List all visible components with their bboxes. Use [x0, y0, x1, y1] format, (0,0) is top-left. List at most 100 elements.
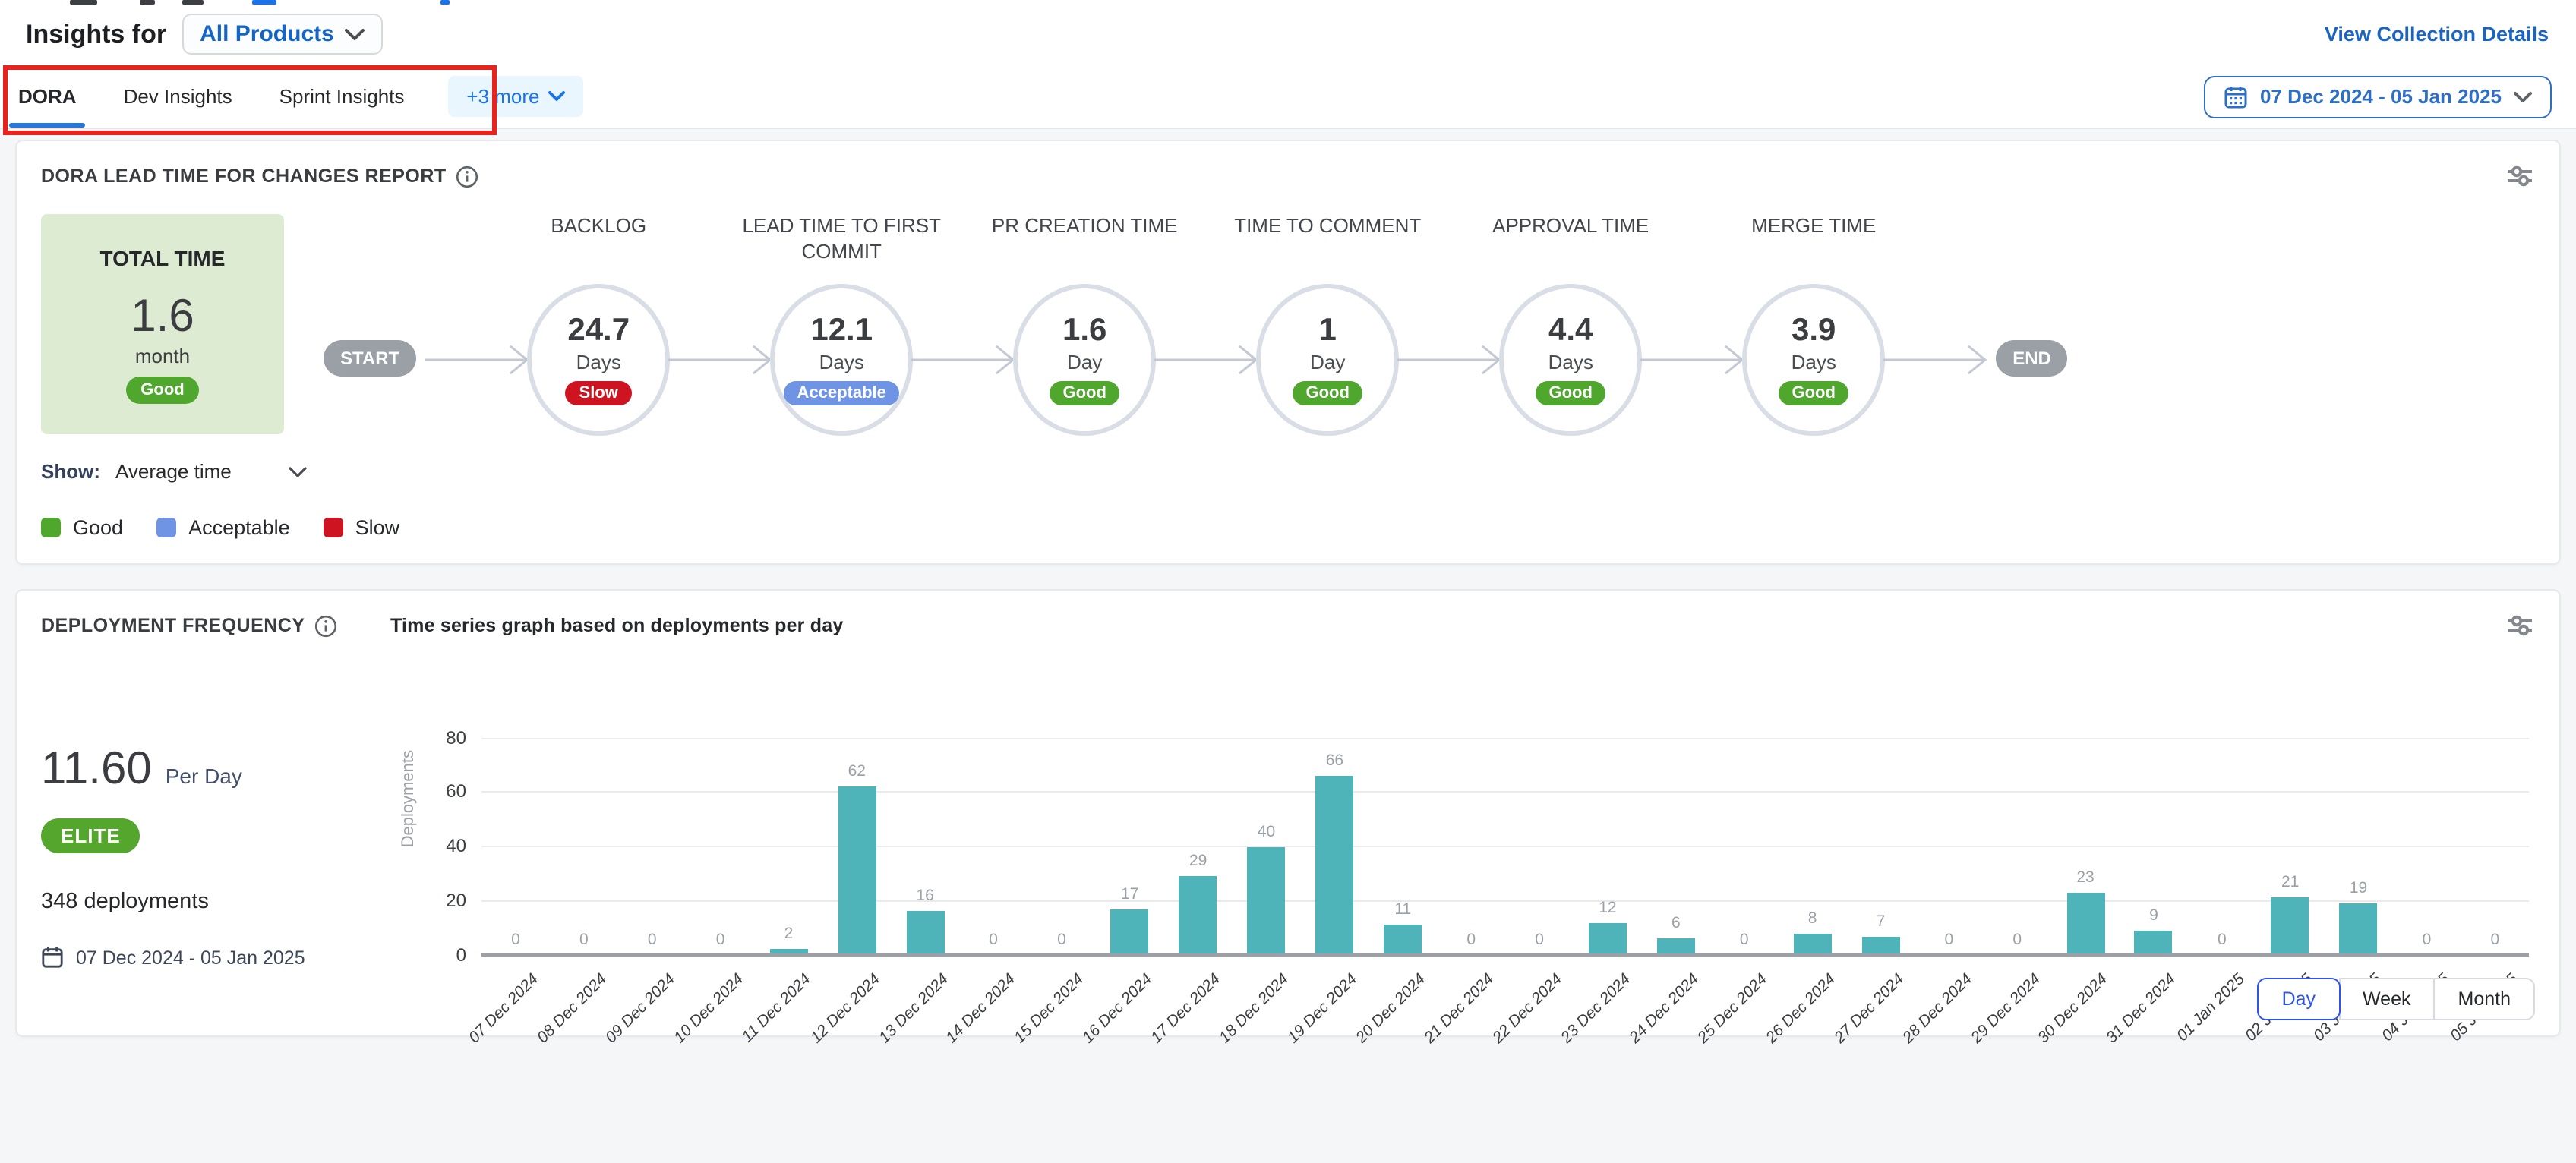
info-icon[interactable]: [456, 165, 478, 188]
flow-end-pill: END: [1996, 340, 2068, 377]
x-axis-label: 18 Dec 2024: [1216, 970, 1293, 1047]
stage-value: 12.1: [810, 314, 873, 346]
x-axis-label: 24 Dec 2024: [1626, 970, 1703, 1047]
stage-name: TIME TO COMMENT: [1214, 214, 1441, 284]
stage-circle: 4.4DaysGood: [1499, 284, 1642, 436]
bar-value-label: 66: [1326, 752, 1343, 770]
bar: [1248, 846, 1286, 955]
tab-dora[interactable]: DORA: [15, 65, 80, 128]
bar-value-label: 16: [917, 887, 934, 906]
gridline-y0: [481, 953, 2529, 957]
bar-value-label: 0: [989, 931, 998, 949]
bar: [838, 786, 876, 955]
product-selector[interactable]: All Products: [182, 14, 383, 55]
bar-column: 015 Dec 2024: [1028, 738, 1096, 955]
tab-sprint-insights[interactable]: Sprint Insights: [276, 65, 408, 128]
stage-name: MERGE TIME: [1700, 214, 1927, 284]
stage-circle: 3.9 Days Good: [1742, 284, 1885, 436]
x-axis-label: 15 Dec 2024: [1012, 970, 1088, 1047]
flow-stage-pr-creation-time: PR CREATION TIME1.6DayGood: [963, 214, 1206, 436]
bar-value-label: 0: [2423, 931, 2432, 949]
calendar-icon: [41, 946, 64, 969]
chevron-down-icon: [289, 465, 308, 477]
bar-value-label: 0: [2012, 931, 2022, 949]
bar-value-label: 62: [848, 762, 866, 780]
deployment-frequency-title: DEPLOYMENT FREQUENCY: [41, 614, 337, 637]
legend-label: Acceptable: [188, 516, 290, 539]
bar: [906, 912, 944, 955]
bar-value-label: 19: [2350, 879, 2367, 897]
clipped-link-fragment: [252, 0, 276, 5]
x-axis-label: 13 Dec 2024: [875, 970, 952, 1047]
stage-value: 1.6: [1062, 314, 1106, 346]
more-tabs-button[interactable]: +3 more: [448, 76, 583, 117]
flow-stage-lead-time-to-first-commit: LEAD TIME TO FIRST COMMIT12.1DaysAccepta…: [720, 214, 963, 436]
deployment-rate-value: 11.60: [41, 744, 152, 796]
show-value: Average time: [115, 460, 232, 483]
bar-value-label: 6: [1672, 915, 1681, 933]
lead-time-card-title: DORA LEAD TIME FOR CHANGES REPORT: [41, 165, 478, 188]
bar-column: 028 Dec 2024: [1915, 738, 1983, 955]
tab-dev-insights[interactable]: Dev Insights: [121, 65, 235, 128]
x-axis-label: 10 Dec 2024: [670, 970, 747, 1047]
card-title-text: DEPLOYMENT FREQUENCY: [41, 615, 305, 636]
legend-color-swatch: [41, 518, 61, 537]
stage-name: LEAD TIME TO FIRST COMMIT: [728, 214, 955, 284]
bar-column: 931 Dec 2024: [2120, 738, 2188, 955]
stage-status-badge: Good: [1779, 381, 1849, 405]
bar-column: 021 Dec 2024: [1437, 738, 1505, 955]
stage-value: 4.4: [1548, 314, 1593, 346]
bar-column: 025 Dec 2024: [1710, 738, 1779, 955]
bar: [1657, 939, 1695, 955]
bar-value-label: 0: [2490, 931, 2499, 949]
total-time-value: 1.6: [131, 291, 194, 341]
bar-value-label: 0: [1535, 931, 1544, 949]
more-tabs-label: +3 more: [466, 85, 539, 108]
flow-start-pill: START: [324, 340, 416, 377]
legend-color-swatch: [324, 518, 343, 537]
bar-value-label: 0: [1740, 931, 1749, 949]
bar: [1384, 925, 1422, 955]
x-axis-label: 08 Dec 2024: [534, 970, 611, 1047]
legend-item-slow: Slow: [324, 516, 400, 539]
bar-column: 005 Jan 2025: [2461, 738, 2529, 955]
bar-column: 004 Jan 2025: [2393, 738, 2461, 955]
stage-status-badge: Good: [1050, 381, 1120, 405]
bar-value-label: 40: [1258, 822, 1275, 840]
deployment-frequency-card: DEPLOYMENT FREQUENCY Time series graph b…: [15, 589, 2561, 1037]
bar-value-label: 8: [1808, 909, 1817, 927]
status-legend: GoodAcceptableSlow: [17, 516, 2559, 563]
card-title-text: DORA LEAD TIME FOR CHANGES REPORT: [41, 165, 447, 187]
granularity-week-button[interactable]: Week: [2338, 978, 2435, 1020]
total-time-status-badge: Good: [125, 376, 199, 403]
chart-settings-button[interactable]: [2505, 610, 2535, 641]
view-collection-details-link[interactable]: View Collection Details: [2325, 23, 2549, 46]
x-axis-label: 17 Dec 2024: [1148, 970, 1224, 1047]
date-range-picker[interactable]: 07 Dec 2024 - 05 Jan 2025: [2204, 75, 2552, 118]
stage-unit: Days: [1792, 351, 1836, 373]
stage-unit: Days: [819, 351, 864, 373]
granularity-month-button[interactable]: Month: [2434, 978, 2536, 1020]
tabs-bar: DORA Dev Insights Sprint Insights +3 mor…: [0, 65, 2576, 129]
stats-date-range: 07 Dec 2024 - 05 Jan 2025: [41, 946, 396, 969]
bar: [1794, 933, 1832, 955]
x-axis-label: 09 Dec 2024: [601, 970, 678, 1047]
stage-name: BACKLOG: [485, 214, 712, 284]
total-time-unit: month: [135, 344, 190, 367]
bar-value-label: 0: [1466, 931, 1476, 949]
granularity-day-button[interactable]: Day: [2258, 978, 2340, 1020]
performance-tier-badge: ELITE: [41, 818, 140, 853]
info-icon[interactable]: [314, 614, 337, 637]
bar-value-label: 7: [1877, 912, 1886, 930]
chart-subtitle: Time series graph based on deployments p…: [390, 615, 843, 636]
y-tick-label: 80: [415, 726, 466, 748]
show-metric-dropdown[interactable]: Show: Average time: [17, 460, 399, 483]
stage-name: PR CREATION TIME: [971, 214, 1198, 284]
stage-value: 3.9: [1792, 314, 1836, 346]
stage-circle: 1DayGood: [1256, 284, 1399, 436]
flow-stage-time-to-comment: TIME TO COMMENT1DayGood: [1206, 214, 1449, 436]
bar-column: 1903 Jan 2025: [2325, 738, 2393, 955]
chart-settings-button[interactable]: [2505, 161, 2535, 191]
bar-column: 010 Dec 2024: [687, 738, 755, 955]
bar-value-label: 12: [1599, 898, 1616, 916]
